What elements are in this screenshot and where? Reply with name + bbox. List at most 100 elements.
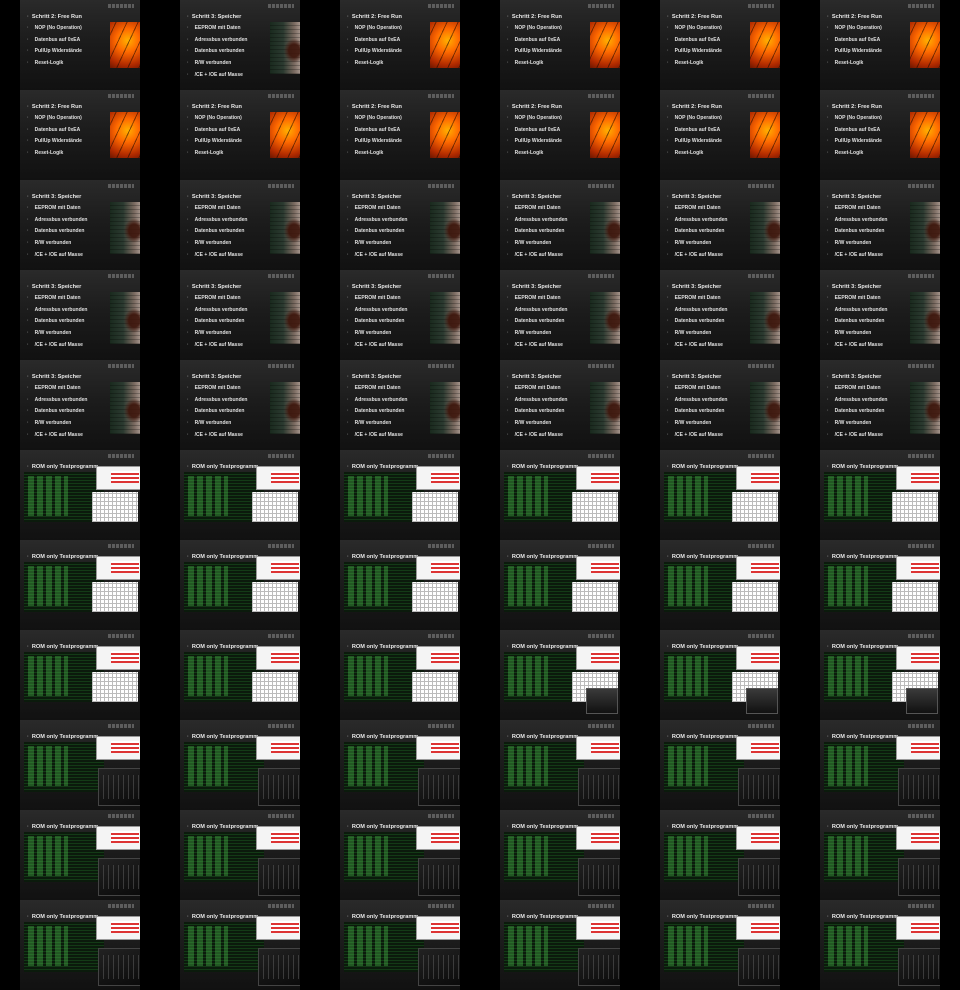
slide-thumbnail[interactable]: Schritt 3: Speicher EEPROM mit DatenAdres…: [640, 270, 800, 360]
slide-thumbnail[interactable]: ROM only Testprogramm: [160, 810, 320, 900]
slide-logo: [428, 4, 454, 8]
slide-thumbnail[interactable]: Schritt 3: Speicher EEPROM mit DatenAdres…: [160, 360, 320, 450]
slide-title: Schritt 3: Speicher: [667, 194, 721, 200]
slide-thumbnail[interactable]: ROM only Testprogramm: [800, 450, 960, 540]
slide-thumbnail[interactable]: ROM only Testprogramm: [0, 900, 160, 990]
slide-thumbnail[interactable]: ROM only Testprogramm: [160, 720, 320, 810]
slide-thumbnail[interactable]: Schritt 3: Speicher EEPROM mit DatenAdres…: [320, 270, 480, 360]
slide-frame: ROM only Testprogramm: [20, 810, 140, 900]
slide-thumbnail[interactable]: ROM only Testprogramm: [0, 630, 160, 720]
bullet-list: NOP (No Operation)Datenbus auf 0xEAPullU…: [507, 114, 562, 161]
slide-thumbnail[interactable]: ROM only Testprogramm: [0, 540, 160, 630]
breadboard-photo: [750, 292, 780, 344]
bullet-item: NOP (No Operation): [507, 114, 562, 126]
slide-thumbnail[interactable]: ROM only Testprogramm: [640, 810, 800, 900]
slide-thumbnail[interactable]: ROM only Testprogramm: [480, 450, 640, 540]
slide-thumbnail[interactable]: ROM only Testprogramm: [640, 630, 800, 720]
slide-frame: ROM only Testprogramm: [500, 900, 620, 990]
bullet-item: Reset-Logik: [827, 59, 882, 71]
slide-title: ROM only Testprogramm: [187, 734, 258, 740]
slide-thumbnail[interactable]: ROM only Testprogramm: [800, 540, 960, 630]
slide-thumbnail[interactable]: Schritt 2: Free Run NOP (No Operation)Dat…: [0, 90, 160, 180]
slide-thumbnail[interactable]: ROM only Testprogramm: [640, 540, 800, 630]
slide-thumbnail[interactable]: ROM only Testprogramm: [0, 810, 160, 900]
slide-thumbnail[interactable]: ROM only Testprogramm: [0, 450, 160, 540]
slide-thumbnail[interactable]: Schritt 3: Speicher EEPROM mit DatenAdres…: [800, 180, 960, 270]
circuit-photo: [110, 22, 140, 68]
slide-thumbnail[interactable]: Schritt 2: Free Run NOP (No Operation)Dat…: [160, 90, 320, 180]
slide-thumbnail[interactable]: Schritt 3: Speicher EEPROM mit DatenAdres…: [0, 360, 160, 450]
slide-thumbnail[interactable]: Schritt 3: Speicher EEPROM mit DatenAdres…: [800, 270, 960, 360]
terminal-screenshot: [344, 742, 424, 792]
slide-thumbnail[interactable]: ROM only Testprogramm: [480, 720, 640, 810]
waveform-screenshot: [896, 736, 940, 760]
slide-thumbnail[interactable]: ROM only Testprogramm: [640, 900, 800, 990]
slide-thumbnail[interactable]: Schritt 2: Free Run NOP (No Operation)Dat…: [320, 90, 480, 180]
camera-screenshot: [258, 768, 300, 806]
slide-thumbnail[interactable]: ROM only Testprogramm: [320, 900, 480, 990]
slide-thumbnail[interactable]: Schritt 3: Speicher EEPROM mit DatenAdres…: [0, 270, 160, 360]
slide-thumbnail[interactable]: ROM only Testprogramm: [480, 810, 640, 900]
slide-thumbnail[interactable]: Schritt 3: Speicher EEPROM mit DatenAdres…: [480, 360, 640, 450]
slide-thumbnail[interactable]: Schritt 2: Free Run NOP (No Operation)Dat…: [0, 0, 160, 90]
slide-title: Schritt 2: Free Run: [507, 104, 562, 110]
slide-thumbnail[interactable]: Schritt 2: Free Run NOP (No Operation)Dat…: [480, 0, 640, 90]
slide-thumbnail[interactable]: ROM only Testprogramm: [160, 630, 320, 720]
bullet-list: NOP (No Operation)Datenbus auf 0xEAPullU…: [347, 114, 402, 161]
slide-title: ROM only Testprogramm: [667, 644, 738, 650]
slide-thumbnail[interactable]: ROM only Testprogramm: [160, 540, 320, 630]
bullet-item: /CE + /OE auf Masse: [827, 341, 887, 353]
slide-thumbnail[interactable]: Schritt 3: Speicher EEPROM mit DatenAdres…: [160, 270, 320, 360]
slide-thumbnail[interactable]: Schritt 3: Speicher EEPROM mit DatenAdres…: [480, 270, 640, 360]
slide-thumbnail[interactable]: ROM only Testprogramm: [800, 900, 960, 990]
slide-thumbnail[interactable]: Schritt 2: Free Run NOP (No Operation)Dat…: [800, 90, 960, 180]
slide-thumbnail[interactable]: ROM only Testprogramm: [640, 720, 800, 810]
slide-logo: [908, 634, 934, 638]
bullet-item: EEPROM mit Daten: [667, 384, 727, 396]
slide-thumbnail[interactable]: ROM only Testprogramm: [800, 630, 960, 720]
slide-thumbnail[interactable]: Schritt 2: Free Run NOP (No Operation)Dat…: [800, 0, 960, 90]
slide-thumbnail[interactable]: Schritt 3: Speicher EEPROM mit DatenAdres…: [160, 180, 320, 270]
slide-thumbnail[interactable]: Schritt 3: Speicher EEPROM mit DatenAdres…: [0, 180, 160, 270]
waveform-screenshot: [896, 646, 940, 670]
slide-thumbnail[interactable]: ROM only Testprogramm: [320, 810, 480, 900]
slide-thumbnail[interactable]: Schritt 3: Speicher EEPROM mit DatenAdres…: [320, 180, 480, 270]
bullet-item: R/W verbunden: [187, 419, 247, 431]
slide-thumbnail[interactable]: ROM only Testprogramm: [320, 630, 480, 720]
slide-thumbnail[interactable]: ROM only Testprogramm: [160, 900, 320, 990]
slide-thumbnail[interactable]: ROM only Testprogramm: [160, 450, 320, 540]
slide-frame: Schritt 2: Free Run NOP (No Operation)Dat…: [820, 90, 940, 180]
terminal-screenshot: [664, 922, 744, 972]
slide-thumbnail[interactable]: ROM only Testprogramm: [800, 720, 960, 810]
bullet-list: EEPROM mit DatenAdressbus verbundenDaten…: [507, 204, 568, 262]
slide-title: Schritt 3: Speicher: [27, 284, 81, 290]
bullet-item: R/W verbunden: [667, 239, 727, 251]
slide-thumbnail[interactable]: Schritt 3: Speicher EEPROM mit DatenAdres…: [320, 360, 480, 450]
slide-thumbnail[interactable]: Schritt 3: Speicher EEPROM mit DatenAdres…: [800, 360, 960, 450]
slide-thumbnail[interactable]: Schritt 2: Free Run NOP (No Operation)Dat…: [640, 90, 800, 180]
terminal-screenshot: [504, 922, 584, 972]
slide-title: Schritt 3: Speicher: [27, 374, 81, 380]
breadboard-photo: [270, 202, 300, 254]
slide-thumbnail[interactable]: ROM only Testprogramm: [640, 450, 800, 540]
slide-thumbnail[interactable]: ROM only Testprogramm: [480, 540, 640, 630]
slide-thumbnail[interactable]: Schritt 2: Free Run NOP (No Operation)Dat…: [640, 0, 800, 90]
slide-title: Schritt 3: Speicher: [507, 284, 561, 290]
slide-thumbnail[interactable]: ROM only Testprogramm: [320, 540, 480, 630]
slide-frame: ROM only Testprogramm: [180, 720, 300, 810]
slide-thumbnail[interactable]: Schritt 3: Speicher EEPROM mit DatenAdres…: [480, 180, 640, 270]
slide-thumbnail[interactable]: Schritt 3: Speicher EEPROM mit DatenAdres…: [160, 0, 320, 90]
slide-thumbnail[interactable]: Schritt 3: Speicher EEPROM mit DatenAdres…: [640, 180, 800, 270]
slide-thumbnail[interactable]: ROM only Testprogramm: [480, 900, 640, 990]
slide-thumbnail[interactable]: Schritt 3: Speicher EEPROM mit DatenAdres…: [640, 360, 800, 450]
slide-thumbnail[interactable]: ROM only Testprogramm: [320, 450, 480, 540]
slide-thumbnail[interactable]: ROM only Testprogramm: [0, 720, 160, 810]
slide-title: ROM only Testprogramm: [827, 734, 898, 740]
slide-thumbnail[interactable]: Schritt 2: Free Run NOP (No Operation)Dat…: [480, 90, 640, 180]
slide-thumbnail[interactable]: ROM only Testprogramm: [800, 810, 960, 900]
slide-thumbnail[interactable]: ROM only Testprogramm: [480, 630, 640, 720]
bullet-item: PullUp Widerstände: [827, 137, 882, 149]
slide-thumbnail[interactable]: Schritt 2: Free Run NOP (No Operation)Dat…: [320, 0, 480, 90]
breadboard-photo: [430, 292, 460, 344]
slide-thumbnail[interactable]: ROM only Testprogramm: [320, 720, 480, 810]
